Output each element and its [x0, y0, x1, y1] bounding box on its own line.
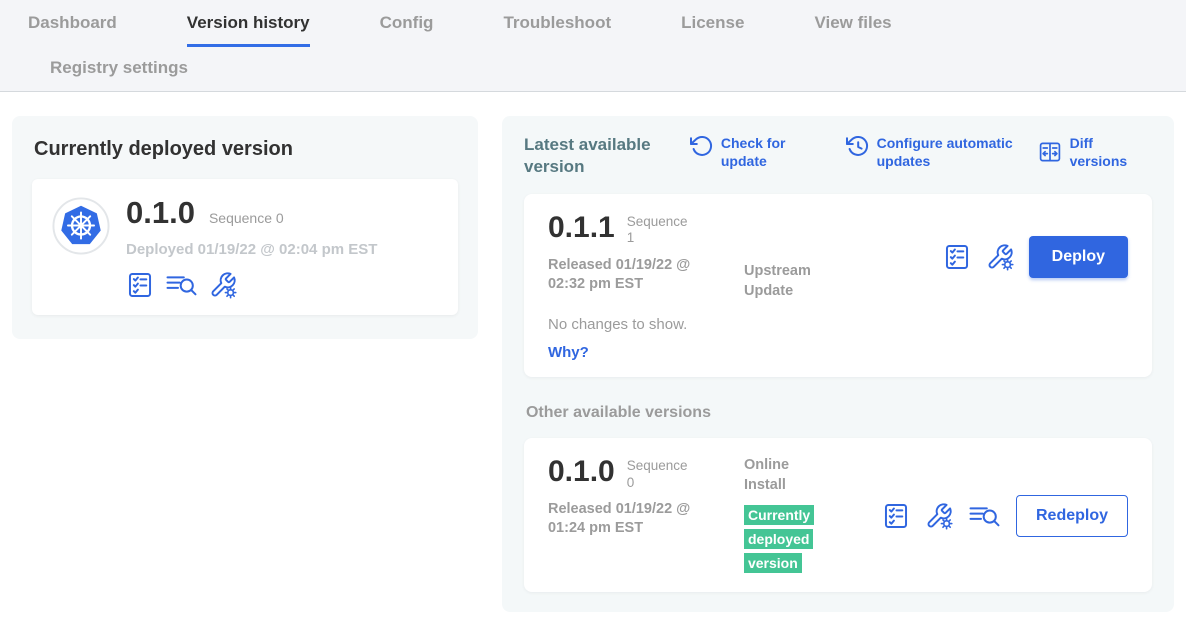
kubernetes-logo-icon	[52, 197, 110, 255]
configure-automatic-updates-link[interactable]: Configure automatic updates	[845, 134, 1038, 170]
diff-columns-icon	[1038, 140, 1062, 164]
why-link[interactable]: Why?	[548, 344, 1128, 361]
latest-version-actions: Deploy	[943, 236, 1128, 278]
nav-row-2: Registry settings	[50, 58, 1186, 91]
other-sequence-label: Sequence 0	[627, 456, 697, 490]
check-for-update-label: Check for update	[721, 134, 799, 170]
other-version-card: 0.1.0 Sequence 0 Released 01/19/22 @ 01:…	[524, 438, 1152, 592]
edit-config-wrench-icon[interactable]	[925, 502, 953, 530]
other-version-number: 0.1.0	[548, 456, 615, 488]
preflight-checklist-icon[interactable]	[126, 271, 154, 299]
edit-config-wrench-icon[interactable]	[986, 243, 1014, 271]
nav-row-1: Dashboard Version history Config Trouble…	[28, 13, 1186, 47]
tab-view-files[interactable]: View files	[814, 13, 891, 47]
latest-sequence-label: Sequence 1	[627, 212, 697, 246]
main-content: Currently deployed version 0.1.0 Sequenc…	[0, 92, 1186, 612]
currently-deployed-title: Currently deployed version	[34, 138, 458, 161]
edit-config-wrench-icon[interactable]	[209, 271, 237, 299]
other-versions-heading: Other available versions	[526, 404, 1152, 422]
deployed-version-details: 0.1.0 Sequence 0 Deployed 01/19/22 @ 02:…	[126, 197, 377, 299]
deploy-logs-icon[interactable]	[165, 271, 198, 299]
preflight-checklist-icon[interactable]	[882, 502, 910, 530]
refresh-arrow-icon	[689, 134, 713, 158]
tab-registry-settings[interactable]: Registry settings	[50, 58, 188, 88]
deployed-version-card: 0.1.0 Sequence 0 Deployed 01/19/22 @ 02:…	[32, 179, 458, 315]
currently-deployed-badge: Currently deployed version	[744, 504, 824, 576]
other-released-timestamp: Released 01/19/22 @ 01:24 pm EST	[548, 500, 730, 539]
tab-troubleshoot[interactable]: Troubleshoot	[503, 13, 611, 47]
configure-automatic-updates-label: Configure automatic updates	[877, 134, 1038, 170]
tab-version-history[interactable]: Version history	[187, 13, 310, 47]
redeploy-button[interactable]: Redeploy	[1016, 495, 1128, 537]
diff-versions-link[interactable]: Diff versions	[1038, 134, 1152, 170]
other-source-column: Online Install Currently deployed versio…	[744, 456, 882, 576]
deployed-actions	[126, 271, 377, 299]
top-navigation: Dashboard Version history Config Trouble…	[0, 0, 1186, 92]
latest-source-label: Upstream Update	[744, 212, 882, 301]
deployed-timestamp: Deployed 01/19/22 @ 02:04 pm EST	[126, 241, 377, 258]
available-versions-panel: Latest available version Check for updat…	[502, 116, 1174, 612]
tab-dashboard[interactable]: Dashboard	[28, 13, 117, 47]
preflight-checklist-icon[interactable]	[943, 243, 971, 271]
deploy-button[interactable]: Deploy	[1029, 236, 1128, 278]
currently-deployed-card: Currently deployed version 0.1.0 Sequenc…	[12, 116, 478, 339]
latest-version-card: 0.1.1 Sequence 1 Released 01/19/22 @ 02:…	[524, 194, 1152, 377]
diff-versions-label: Diff versions	[1070, 134, 1152, 170]
deployed-sequence-label: Sequence 0	[209, 210, 284, 226]
latest-version-details: 0.1.1 Sequence 1 Released 01/19/22 @ 02:…	[548, 212, 744, 295]
deploy-logs-icon[interactable]	[968, 502, 1001, 530]
tab-config[interactable]: Config	[380, 13, 434, 47]
latest-available-title: Latest available version	[524, 134, 673, 178]
latest-version-number: 0.1.1	[548, 212, 615, 244]
other-version-details: 0.1.0 Sequence 0 Released 01/19/22 @ 01:…	[548, 456, 744, 539]
other-source-label: Online Install	[744, 456, 826, 495]
other-version-actions: Redeploy	[882, 495, 1128, 537]
scheduled-update-icon	[845, 134, 869, 158]
latest-released-timestamp: Released 01/19/22 @ 02:32 pm EST	[548, 256, 730, 295]
panel-header: Latest available version Check for updat…	[524, 134, 1152, 178]
no-changes-text: No changes to show.	[548, 316, 1128, 333]
deployed-version-number: 0.1.0	[126, 197, 195, 230]
check-for-update-link[interactable]: Check for update	[689, 134, 799, 170]
tab-license[interactable]: License	[681, 13, 744, 47]
